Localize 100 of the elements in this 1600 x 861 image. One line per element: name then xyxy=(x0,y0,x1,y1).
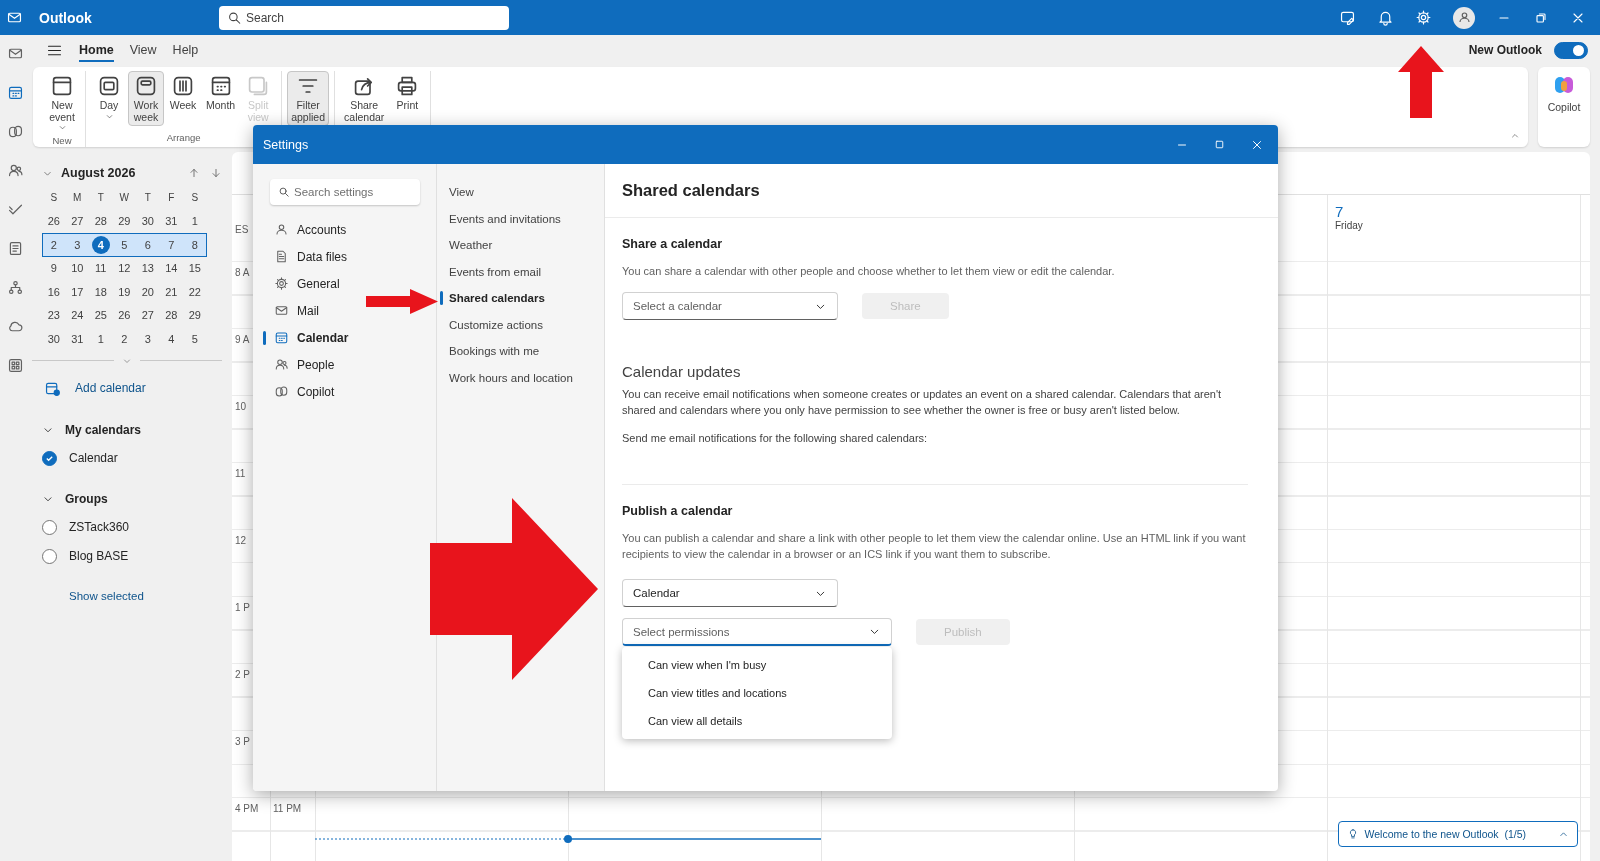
loop-icon[interactable] xyxy=(6,123,24,140)
calendar-day[interactable]: 24 xyxy=(71,309,84,322)
settings-icon[interactable] xyxy=(1415,9,1432,26)
arrow-up-icon[interactable] xyxy=(188,167,200,179)
calendar-day[interactable]: 29 xyxy=(188,309,201,322)
week-row[interactable]: 30 31 1 2 3 4 5 xyxy=(42,327,207,351)
ribbon-tab[interactable]: Help xyxy=(172,38,199,62)
ribbon-button[interactable]: Filter applied xyxy=(287,71,330,126)
calendar-day[interactable]: 15 xyxy=(188,262,201,275)
people-icon[interactable] xyxy=(6,162,24,179)
calendar-day[interactable]: 30 xyxy=(47,332,60,345)
settings-nav-item[interactable]: People xyxy=(263,351,335,378)
note-icon[interactable] xyxy=(1339,9,1356,26)
calendar-day[interactable]: 26 xyxy=(47,215,60,228)
calendar-day[interactable]: 10 xyxy=(71,262,84,275)
calendar-checkbox[interactable] xyxy=(42,548,57,564)
calendar-day[interactable]: 3 xyxy=(144,332,151,345)
ribbon-button[interactable]: Work week xyxy=(128,71,164,126)
settings-subnav-item[interactable]: Weather xyxy=(437,232,604,259)
section-header[interactable]: My calendars xyxy=(65,422,142,437)
welcome-tip[interactable]: Welcome to the new Outlook (1/5) xyxy=(1337,821,1578,847)
calendar-day[interactable]: 23 xyxy=(47,309,60,322)
calendar-day[interactable]: 27 xyxy=(141,309,154,322)
ribbon-button[interactable]: Week xyxy=(165,71,201,126)
week-row[interactable]: 16 17 18 19 20 21 22 xyxy=(42,280,207,304)
calendar-day[interactable]: 28 xyxy=(94,215,107,228)
arrow-down-icon[interactable] xyxy=(210,167,222,179)
avatar-icon[interactable] xyxy=(1453,6,1475,29)
calendar-day[interactable]: 2 xyxy=(50,238,57,251)
notifications-icon[interactable] xyxy=(1377,9,1394,26)
settings-subnav-item[interactable]: Events and invitations xyxy=(437,205,604,232)
toggle-switch[interactable] xyxy=(1554,41,1588,59)
calendar-day[interactable]: 5 xyxy=(121,238,128,251)
settings-subnav-item[interactable]: Customize actions xyxy=(437,311,604,338)
calendar-day[interactable]: 30 xyxy=(141,215,154,228)
calendar-name[interactable]: ZSTack360 xyxy=(69,520,130,534)
menu-option[interactable]: Can view all details xyxy=(622,707,892,735)
calendar-day[interactable]: 13 xyxy=(141,262,154,275)
calendar-day[interactable]: 31 xyxy=(165,215,178,228)
calendar-day[interactable]: 4 xyxy=(168,332,175,345)
calendar-day[interactable]: 11 xyxy=(95,262,107,275)
calendar-day[interactable]: 22 xyxy=(188,285,201,298)
ribbon-button[interactable]: Print xyxy=(389,71,426,126)
calendar-dropdown[interactable]: Select a calendar xyxy=(622,292,838,320)
menu-option[interactable]: Can view when I'm busy xyxy=(622,651,892,679)
calendar-day[interactable]: 26 xyxy=(118,309,131,322)
settings-subnav-item[interactable]: Events from email xyxy=(437,258,604,285)
calendar-checkbox[interactable] xyxy=(42,519,57,535)
ribbon-button[interactable]: New event xyxy=(44,71,80,135)
calendar-day[interactable]: 8 xyxy=(191,238,198,251)
settings-subnav-item[interactable]: Bookings with me xyxy=(437,338,604,365)
week-row[interactable]: 26 27 28 29 30 31 1 xyxy=(42,209,207,233)
settings-nav-item[interactable]: Copilot xyxy=(263,378,335,405)
calendar-day[interactable]: 21 xyxy=(165,285,178,298)
settings-nav-item[interactable]: Accounts xyxy=(263,216,347,243)
search-field[interactable]: Search xyxy=(219,5,509,30)
calendar-name[interactable]: Calendar xyxy=(69,451,118,465)
settings-subnav-item[interactable]: View xyxy=(437,179,604,206)
calendar-day[interactable]: 27 xyxy=(71,215,84,228)
search-field[interactable]: Search settings xyxy=(270,179,420,205)
ribbon-tab[interactable]: View xyxy=(129,38,157,62)
calendar-day[interactable]: 5 xyxy=(191,332,198,345)
calendar-day[interactable]: 4 xyxy=(91,235,110,254)
calendar-day[interactable]: 17 xyxy=(71,285,84,298)
settings-subnav-item[interactable]: Work hours and location xyxy=(437,364,604,391)
calendar-day[interactable]: 2 xyxy=(121,332,128,345)
menu-option[interactable]: Can view titles and locations xyxy=(622,679,892,707)
week-highlight[interactable]: 2 3 4 5 6 7 8 xyxy=(42,233,207,257)
calendar-day[interactable]: 3 xyxy=(74,238,81,251)
calendar-day[interactable]: 14 xyxy=(165,262,178,275)
calendar-day[interactable]: 16 xyxy=(47,285,60,298)
ribbon-button[interactable]: Share calendar xyxy=(340,71,389,126)
calendar-day[interactable]: 25 xyxy=(94,309,107,322)
calendar-dropdown[interactable]: Calendar xyxy=(622,579,838,607)
add-calendar-link[interactable]: Add calendar xyxy=(75,381,146,395)
settings-nav-item[interactable]: Mail xyxy=(263,297,319,324)
calendar-icon[interactable] xyxy=(6,84,24,101)
calendar-name[interactable]: Blog BASE xyxy=(69,549,129,563)
calendar-day[interactable]: 1 xyxy=(191,215,198,228)
week-row[interactable]: 23 24 25 26 27 28 29 xyxy=(42,303,207,327)
settings-nav-item[interactable]: Data files xyxy=(263,243,348,270)
calendar-day[interactable]: 1 xyxy=(97,332,104,345)
week-row[interactable]: 9 10 11 12 13 14 15 xyxy=(42,256,207,280)
hierarchy-icon[interactable] xyxy=(6,279,24,296)
calendar-day[interactable]: 7 xyxy=(168,238,175,251)
show-selected-link[interactable]: Show selected xyxy=(69,589,144,602)
calendar-day[interactable]: 29 xyxy=(118,215,131,228)
calendar-day[interactable]: 19 xyxy=(118,285,131,298)
calendar-day[interactable]: 20 xyxy=(141,285,154,298)
calendar-day[interactable]: 31 xyxy=(71,332,84,345)
calendar-day[interactable]: 6 xyxy=(144,238,151,251)
calendar-day[interactable]: 9 xyxy=(50,262,57,275)
calendar-day[interactable]: 12 xyxy=(118,262,131,275)
settings-subnav-item[interactable]: Shared calendars xyxy=(437,285,604,312)
ribbon-button[interactable]: Month xyxy=(202,71,240,126)
settings-nav-item[interactable]: General xyxy=(263,270,340,297)
ribbon-button[interactable]: Day xyxy=(91,71,127,126)
calendar-checkbox[interactable] xyxy=(42,450,57,466)
copilot-button[interactable]: Copilot xyxy=(1538,67,1590,147)
settings-nav-item[interactable]: Calendar xyxy=(263,324,349,351)
